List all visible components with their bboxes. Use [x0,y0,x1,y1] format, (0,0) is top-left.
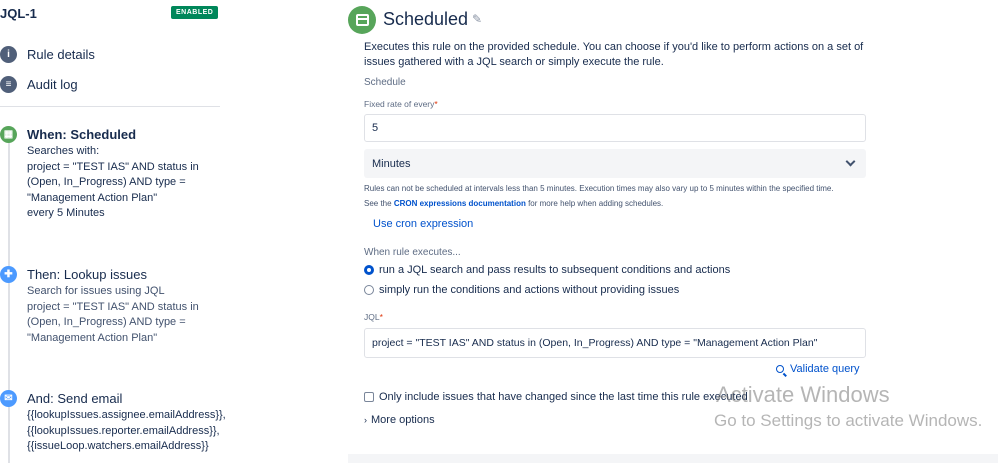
trigger-config-panel: Scheduled ✎ Executes this rule on the pr… [348,0,998,463]
only-include-changed-checkbox-row[interactable]: Only include issues that have changed si… [364,391,748,403]
time-unit-value: Minutes [372,157,411,170]
jql-input[interactable]: project = "TEST IAS" AND status in (Open… [364,328,866,358]
required-asterisk: * [379,312,383,322]
radio-selected[interactable] [364,265,374,275]
jql-label: JQL* [364,312,383,322]
panel-description: Executes this rule on the provided sched… [364,41,864,68]
info-icon: i [0,45,17,63]
chevron-right-icon: › [364,415,367,425]
fixed-rate-label: Fixed rate of every* [364,99,438,109]
pencil-icon[interactable]: ✎ [472,12,482,26]
more-options-toggle[interactable]: › More options [364,414,435,426]
bottom-action-bar [348,454,998,463]
step-desc-line: Searches with: [27,145,100,157]
step-lookup-issues[interactable]: ✚ Then: Lookup issues Search for issues … [0,266,228,346]
step-desc-line: {{lookupIssues.reporter.emailAddress}}, [27,424,220,437]
step-when-scheduled[interactable]: ▦ When: Scheduled Searches with: project… [0,126,228,226]
nav-audit-log[interactable]: ≡ Audit log [0,74,78,94]
search-icon [776,365,784,373]
radio-jql-search-label: run a JQL search and pass results to sub… [379,264,731,276]
jql-label-text: JQL [364,312,380,322]
step-desc-line: "Management Action Plan" [27,191,158,204]
fixed-rate-label-text: Fixed rate of every [364,99,435,109]
nav-rule-details-label: Rule details [27,46,95,62]
step-desc-line: {{issueLoop.watchers.emailAddress}} [27,440,209,452]
schedule-section-label: Schedule [364,77,406,88]
radio-simply-run-label: simply run the conditions and actions wi… [379,284,680,296]
chevron-down-icon [845,156,856,167]
step-desc-line: {{lookupIssues.assignee.emailAddress}}, [27,409,226,421]
time-unit-select[interactable]: Minutes [364,149,866,178]
use-cron-expression-link[interactable]: Use cron expression [373,218,473,230]
nav-audit-log-label: Audit log [27,76,78,92]
required-asterisk: * [434,99,438,109]
radio-jql-search[interactable]: run a JQL search and pass results to sub… [364,264,730,276]
calendar-icon: ▦ [0,126,17,143]
fixed-rate-input[interactable]: 5 [364,114,866,142]
more-options-label: More options [371,414,435,426]
cron-docs-link[interactable]: CRON expressions documentation [394,199,526,208]
step-title: When: Scheduled [27,127,137,142]
help-rest-text: for more help when adding schedules. [525,199,664,208]
panel-title: Scheduled [383,9,469,29]
only-include-label: Only include issues that have changed si… [379,391,748,403]
radio-simply-run[interactable]: simply run the conditions and actions wi… [364,284,679,296]
audit-log-icon: ≡ [0,75,17,93]
radio-unselected[interactable] [364,285,374,295]
windows-watermark-subtitle: Go to Settings to activate Windows. [714,411,983,430]
step-desc-line: "Management Action Plan" [27,331,158,344]
step-desc-line: project = "TEST IAS" AND status in [27,300,199,313]
step-desc-line: project = "TEST IAS" AND status in [27,160,199,173]
step-send-email[interactable]: ✉ And: Send email {{lookupIssues.assigne… [0,390,228,463]
nav-rule-details[interactable]: i Rule details [0,44,95,64]
step-title: And: Send email [27,391,123,406]
step-desc-line: every 5 Minutes [27,207,105,219]
windows-watermark-title: Activate Windows [716,382,890,407]
help-see-text: See the [364,199,394,208]
step-desc-line: (Open, In_Progress) AND type = [27,176,186,188]
status-badge: ENABLED [171,6,219,19]
rule-name: JQL-1 [0,6,37,21]
schedule-help-text: Rules can not be scheduled at intervals … [364,184,834,193]
step-desc-line: Search for issues using JQL [27,285,165,297]
rule-sidebar: JQL-1 ENABLED i Rule details ≡ Audit log… [0,0,228,463]
calendar-icon [348,6,376,34]
validate-query-link[interactable]: Validate query [776,363,860,375]
plus-icon: ✚ [0,266,17,283]
when-rule-executes-label: When rule executes... [364,247,461,258]
validate-query-label: Validate query [790,363,860,375]
step-desc-line: (Open, In_Progress) AND type = [27,316,186,328]
schedule-help-link-line: See the CRON expressions documentation f… [364,199,663,208]
only-include-checkbox[interactable] [364,392,374,402]
sidebar-divider [0,106,220,107]
step-title: Then: Lookup issues [27,267,147,282]
email-icon: ✉ [0,390,17,407]
